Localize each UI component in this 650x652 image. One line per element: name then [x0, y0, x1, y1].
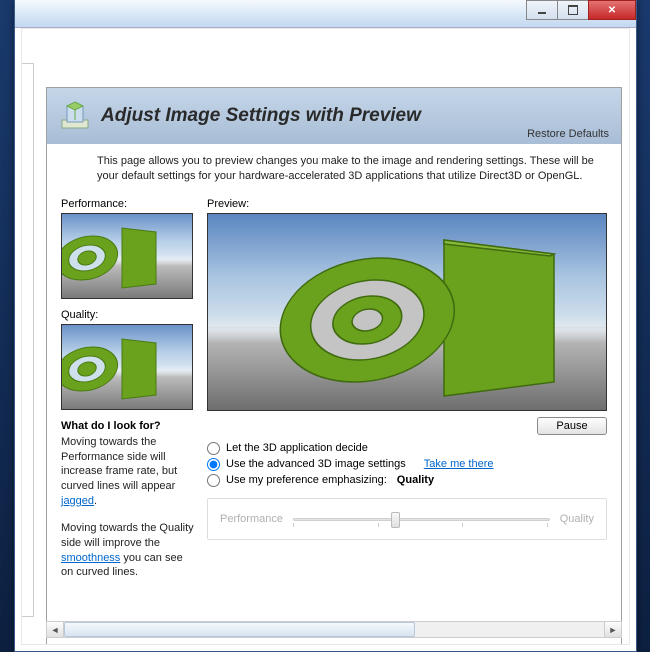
- performance-label: Performance:: [61, 198, 195, 210]
- quality-slider[interactable]: [293, 509, 550, 529]
- help-heading: What do I look for?: [61, 420, 195, 432]
- smoothness-link[interactable]: smoothness: [61, 552, 120, 564]
- titlebar[interactable]: [15, 0, 636, 28]
- preference-value: Quality: [397, 474, 434, 486]
- horizontal-scrollbar[interactable]: ◄ ►: [46, 621, 622, 638]
- radio-advanced[interactable]: [207, 458, 220, 471]
- close-button[interactable]: [588, 0, 636, 20]
- radio-preference[interactable]: [207, 474, 220, 487]
- scroll-left-arrow[interactable]: ◄: [47, 622, 64, 637]
- preview-viewport: [207, 213, 607, 411]
- page-title: Adjust Image Settings with Preview: [101, 105, 421, 127]
- pause-button[interactable]: Pause: [537, 417, 607, 435]
- help-text-1a: Moving towards the Performance side will…: [61, 436, 177, 493]
- help-text-1b: .: [94, 495, 97, 507]
- image-settings-mode: Let the 3D application decide Use the ad…: [207, 439, 607, 490]
- window-frame: Adjust Image Settings with Preview Resto…: [14, 0, 637, 652]
- option-advanced[interactable]: Use the advanced 3D image settings Take …: [207, 458, 607, 471]
- right-column: Preview:: [207, 198, 607, 640]
- option-advanced-label: Use the advanced 3D image settings: [226, 458, 406, 470]
- option-preference[interactable]: Use my preference emphasizing: Quality: [207, 474, 607, 487]
- help-para-1: Moving towards the Performance side will…: [61, 435, 195, 509]
- header-icon: [59, 100, 91, 132]
- maximize-button[interactable]: [557, 0, 589, 20]
- help-para-2: Moving towards the Quality side will imp…: [61, 521, 195, 580]
- sidebar-edge: [22, 63, 34, 617]
- preview-label: Preview:: [207, 198, 607, 210]
- jagged-link[interactable]: jagged: [61, 495, 94, 507]
- left-column: Performance:: [61, 198, 195, 640]
- quality-label: Quality:: [61, 309, 195, 321]
- minimize-button[interactable]: [526, 0, 558, 20]
- scroll-thumb[interactable]: [64, 622, 415, 637]
- scroll-right-arrow[interactable]: ►: [604, 622, 621, 637]
- restore-defaults-link[interactable]: Restore Defaults: [527, 128, 609, 140]
- panel-header: Adjust Image Settings with Preview Resto…: [47, 88, 621, 144]
- option-preference-label: Use my preference emphasizing:: [226, 474, 387, 486]
- radio-app-decide[interactable]: [207, 442, 220, 455]
- slider-label-performance: Performance: [220, 513, 283, 525]
- take-me-there-link[interactable]: Take me there: [424, 458, 494, 470]
- settings-panel: Adjust Image Settings with Preview Resto…: [46, 87, 622, 645]
- scroll-track[interactable]: [64, 622, 604, 637]
- quality-slider-group: Performance Quality: [207, 498, 607, 540]
- description-text: This page allows you to preview changes …: [47, 144, 621, 190]
- quality-thumbnail: [61, 324, 193, 410]
- slider-label-quality: Quality: [560, 513, 594, 525]
- option-app-decide[interactable]: Let the 3D application decide: [207, 442, 607, 455]
- performance-thumbnail: [61, 213, 193, 299]
- content-area: Adjust Image Settings with Preview Resto…: [21, 28, 630, 645]
- help-text-2a: Moving towards the Quality side will imp…: [61, 522, 194, 549]
- option-app-decide-label: Let the 3D application decide: [226, 442, 368, 454]
